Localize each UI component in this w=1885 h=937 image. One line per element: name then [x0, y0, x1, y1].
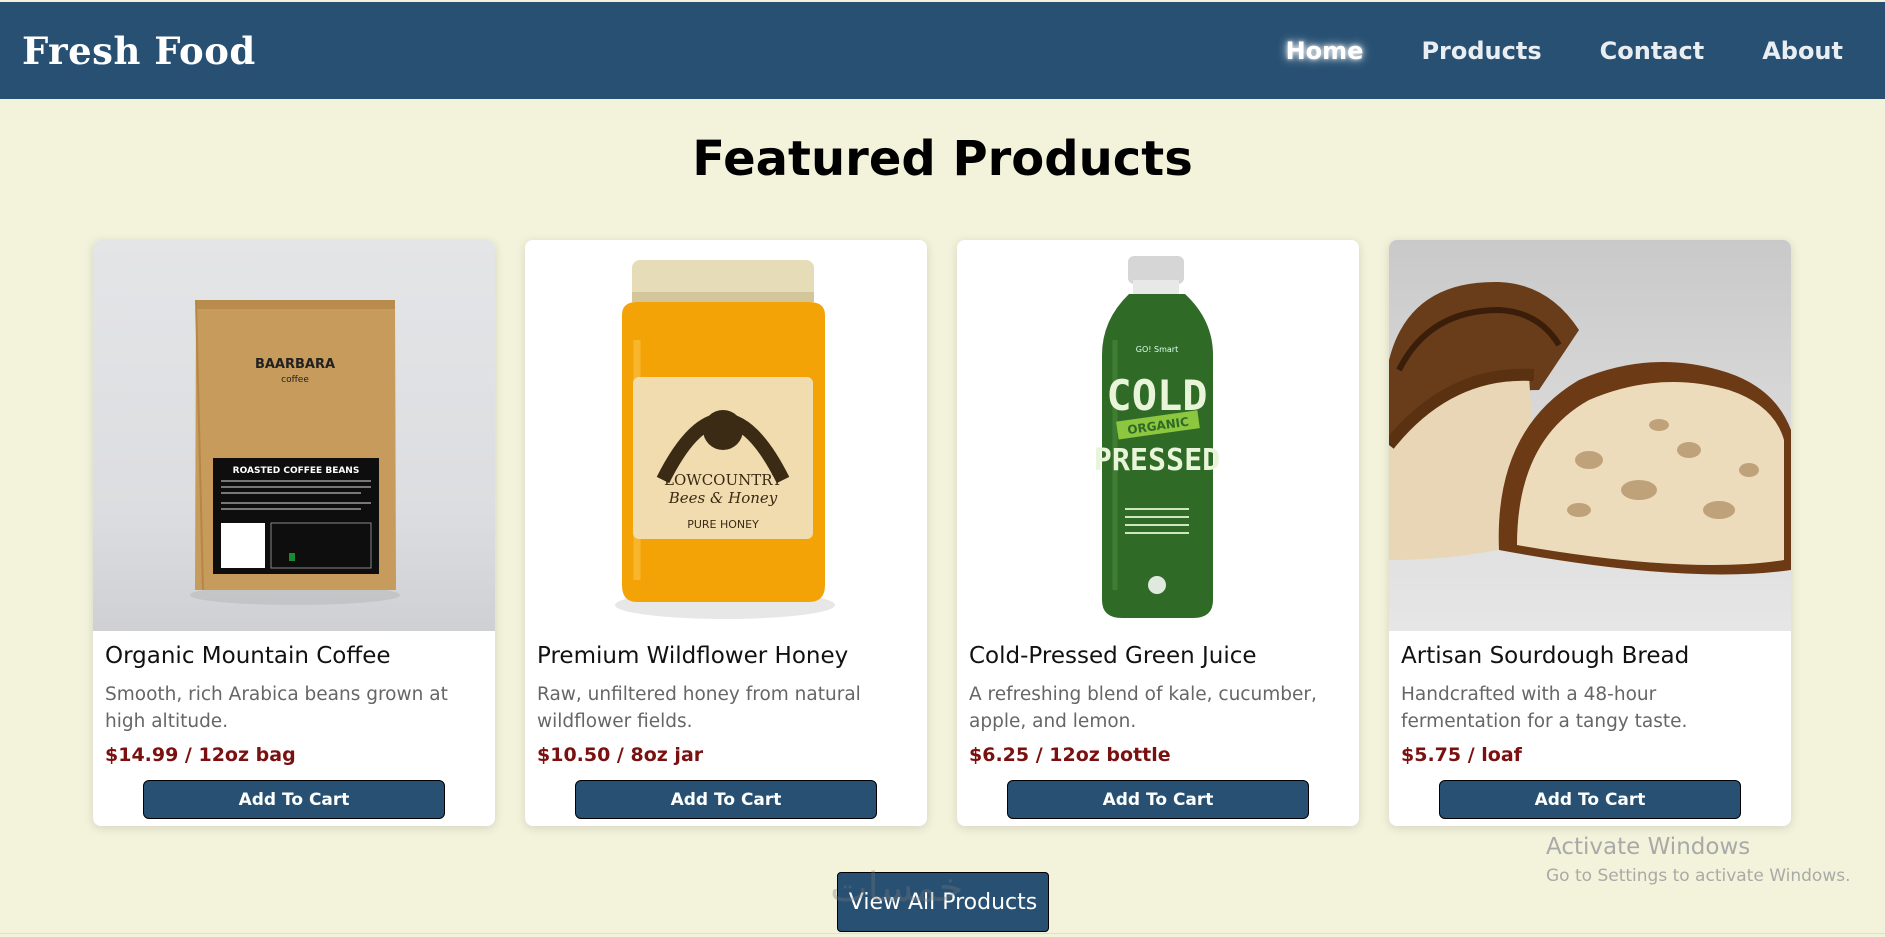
activate-windows-overlay: Activate Windows Go to Settings to activ… [1546, 834, 1851, 886]
svg-text:GO! Smart: GO! Smart [1136, 345, 1178, 354]
product-description: Smooth, rich Arabica beans grown at high… [105, 684, 448, 732]
add-to-cart-button[interactable]: Add To Cart [1439, 780, 1741, 819]
bottom-divider [0, 933, 1885, 934]
coffee-bag-icon: BAARBARA coffee ROASTED COFFEE BEANS [190, 299, 400, 605]
product-body: Premium Wildflower Honey Raw, unfiltered… [525, 631, 927, 766]
product-price: $6.25 / 12oz bottle [969, 744, 1171, 766]
product-card: BAARBARA coffee ROASTED COFFEE BEANS Org… [93, 240, 495, 826]
page-title: Featured Products [692, 131, 1193, 187]
activate-windows-title: Activate Windows [1546, 834, 1751, 860]
product-body: Cold-Pressed Green Juice A refreshing bl… [957, 631, 1359, 766]
product-price: $14.99 / 12oz bag [105, 744, 296, 766]
honey-brand-text: LOWCOUNTRY [664, 471, 783, 489]
product-title: Artisan Sourdough Bread [1401, 643, 1690, 669]
product-card: LOWCOUNTRY Bees & Honey PURE HONEY Premi… [525, 240, 927, 826]
product-image: BAARBARA coffee ROASTED COFFEE BEANS [93, 240, 495, 631]
nav-link-about[interactable]: About [1762, 37, 1843, 65]
activate-windows-subtitle: Go to Settings to activate Windows. [1546, 866, 1851, 886]
top-navbar: Fresh Food Home Products Contact About [0, 2, 1885, 99]
juice-bottle-icon: GO! Smart COLD ORGANIC PRESSED [1094, 256, 1220, 618]
product-grid: BAARBARA coffee ROASTED COFFEE BEANS Org… [93, 240, 1791, 826]
nav-link-products[interactable]: Products [1421, 37, 1541, 65]
coffee-label-text: ROASTED COFFEE BEANS [233, 466, 360, 476]
product-body: Artisan Sourdough Bread Handcrafted with… [1389, 631, 1791, 766]
product-price: $5.75 / loaf [1401, 744, 1522, 766]
product-title: Cold-Pressed Green Juice [969, 643, 1257, 669]
nav-link-home[interactable]: Home [1286, 37, 1364, 65]
honey-jar-icon: LOWCOUNTRY Bees & Honey PURE HONEY [615, 260, 835, 619]
product-price: $10.50 / 8oz jar [537, 744, 704, 766]
product-description: A refreshing blend of kale, cucumber, ap… [969, 684, 1317, 732]
honey-sub-text: Bees & Honey [668, 489, 778, 507]
product-card: GO! Smart COLD ORGANIC PRESSED Cold-Pres… [957, 240, 1359, 826]
view-all-products-button[interactable]: View All Products [837, 872, 1049, 932]
product-body: Organic Mountain Coffee Smooth, rich Ara… [93, 631, 495, 766]
coffee-sub-text: coffee [281, 375, 309, 385]
add-to-cart-button[interactable]: Add To Cart [143, 780, 445, 819]
product-image [1389, 240, 1791, 631]
add-to-cart-button[interactable]: Add To Cart [575, 780, 877, 819]
juice-label-text: PRESSED [1094, 443, 1220, 478]
coffee-brand-text: BAARBARA [255, 357, 335, 372]
add-to-cart-button[interactable]: Add To Cart [1007, 780, 1309, 819]
product-image: LOWCOUNTRY Bees & Honey PURE HONEY [525, 240, 927, 631]
nav-link-contact[interactable]: Contact [1600, 37, 1705, 65]
product-card: Artisan Sourdough Bread Handcrafted with… [1389, 240, 1791, 826]
honey-label-text: PURE HONEY [687, 518, 759, 531]
nav-links: Home Products Contact About [1286, 37, 1863, 65]
product-image: GO! Smart COLD ORGANIC PRESSED [957, 240, 1359, 631]
product-title: Organic Mountain Coffee [105, 643, 391, 669]
product-description: Handcrafted with a 48-hour fermentation … [1401, 684, 1688, 732]
brand-logo[interactable]: Fresh Food [22, 29, 256, 73]
bread-loaf-icon [1389, 281, 1791, 575]
product-description: Raw, unfiltered honey from natural wildf… [537, 684, 861, 732]
product-title: Premium Wildflower Honey [537, 643, 849, 669]
